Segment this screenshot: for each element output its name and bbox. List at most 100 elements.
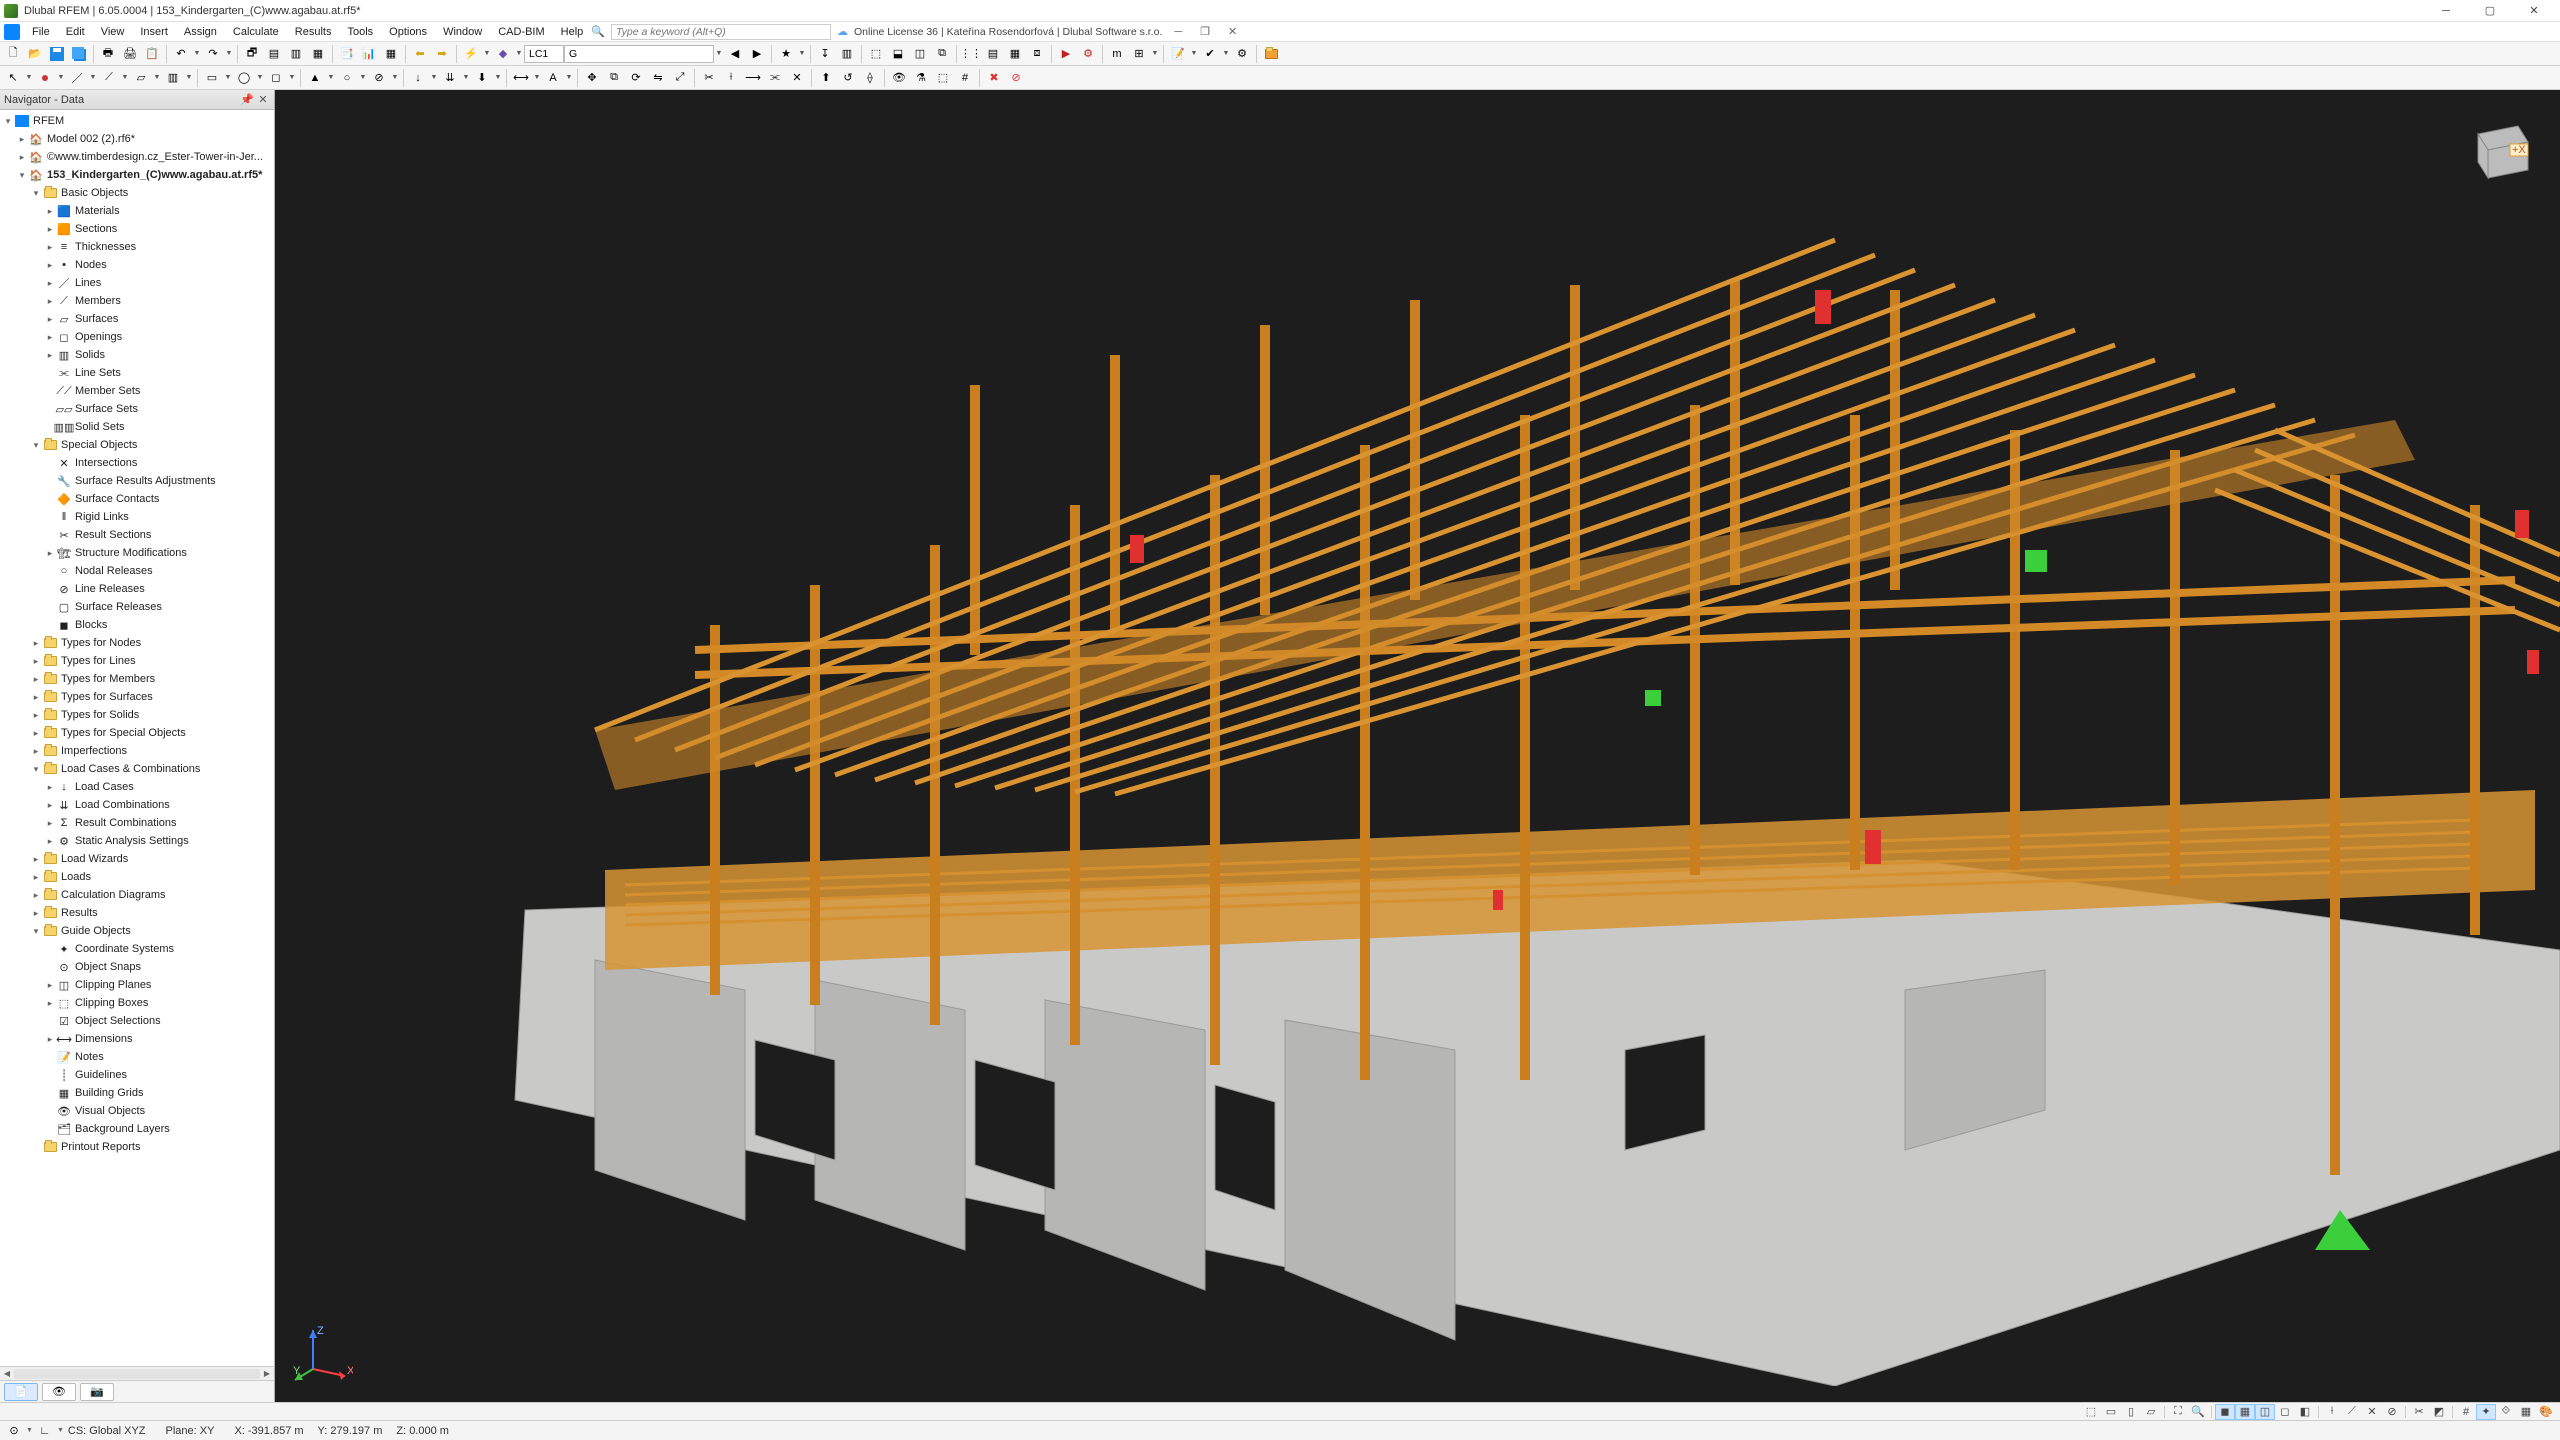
doc-minimize-button[interactable]: ─ (1168, 26, 1188, 38)
calc-settings-button[interactable]: ⚙ (1077, 43, 1099, 65)
snap-button[interactable]: ⊙ (4, 1423, 24, 1439)
tree-item[interactable]: ✕Intersections (2, 454, 274, 472)
tree-item[interactable]: ⟋⟋Member Sets (2, 382, 274, 400)
tool-a-button[interactable]: ⬚ (865, 43, 887, 65)
menu-insert[interactable]: Insert (132, 24, 176, 40)
nav-data-button[interactable]: 📑 (336, 43, 358, 65)
navigator-tree[interactable]: RFEM 🏠Model 002 (2).rf6* 🏠©www.timberdes… (0, 110, 274, 1366)
save-all-button[interactable] (68, 43, 90, 65)
clipboard-button[interactable]: 📋 (141, 43, 163, 65)
notes-dd[interactable]: ▼ (1189, 50, 1199, 57)
tile-h-button[interactable]: ▤ (263, 43, 285, 65)
tree-folder[interactable]: Types for Solids (2, 706, 274, 724)
menu-view[interactable]: View (93, 24, 133, 40)
divide-button[interactable]: ✂ (698, 67, 720, 89)
zoom-fit-button[interactable]: ⛶ (2168, 1404, 2188, 1420)
load-surf-button[interactable]: ⬇ (471, 67, 493, 89)
viewport-3d[interactable]: X Y Z +X (275, 90, 2560, 1402)
numbering-button[interactable]: # (954, 67, 976, 89)
menu-calculate[interactable]: Calculate (225, 24, 287, 40)
show-loads-button[interactable]: ↧ (814, 43, 836, 65)
tree-item[interactable]: ▱▱Surface Sets (2, 400, 274, 418)
extrude-button[interactable]: ⬆ (815, 67, 837, 89)
maximize-button[interactable]: ▢ (2468, 0, 2512, 22)
load-nodal-button[interactable]: ↓ (407, 67, 429, 89)
tree-item[interactable]: ⊘Line Releases (2, 580, 274, 598)
tree-item[interactable]: •Nodes (2, 256, 274, 274)
extend-button[interactable]: ⟶ (742, 67, 764, 89)
load-nodal-dd[interactable]: ▼ (429, 74, 439, 81)
navigator-hscroll[interactable]: ◀ ▶ (0, 1366, 274, 1380)
clip-button[interactable]: ✂ (2409, 1404, 2429, 1420)
scroll-left-icon[interactable]: ◀ (0, 1369, 14, 1378)
scroll-right-icon[interactable]: ▶ (260, 1369, 274, 1378)
design-dd[interactable]: ▼ (514, 50, 524, 57)
select-special-button[interactable]: ⬚ (932, 67, 954, 89)
filter4-button[interactable]: ⊘ (2382, 1404, 2402, 1420)
filter-button[interactable]: ⚗ (910, 67, 932, 89)
circle-button[interactable]: ◯ (233, 67, 255, 89)
new-button[interactable]: 🗋 (2, 43, 24, 65)
doc-restore-button[interactable]: ❐ (1194, 25, 1216, 38)
tool-c-button[interactable]: ◫ (909, 43, 931, 65)
wizard-dd[interactable]: ▼ (482, 50, 492, 57)
tree-item[interactable]: ◫Clipping Planes (2, 976, 274, 994)
nav-display-button[interactable]: 📊 (358, 43, 380, 65)
design-button[interactable]: ◆ (492, 43, 514, 65)
tree-item[interactable]: 🔧Surface Results Adjustments (2, 472, 274, 490)
rect-dd[interactable]: ▼ (223, 74, 233, 81)
move-button[interactable]: ✥ (581, 67, 603, 89)
rect-button[interactable]: ▭ (201, 67, 223, 89)
solid-dd[interactable]: ▼ (184, 74, 194, 81)
tree-folder[interactable]: Types for Lines (2, 652, 274, 670)
hole-button[interactable]: ◻ (265, 67, 287, 89)
check-button[interactable]: ✔ (1199, 43, 1221, 65)
tree-item[interactable]: 👁Visual Objects (2, 1102, 274, 1120)
view-y-button[interactable]: ▯ (2121, 1404, 2141, 1420)
notes-button[interactable]: 📝 (1167, 43, 1189, 65)
redo-dd[interactable]: ▼ (224, 50, 234, 57)
wizard-button[interactable]: ⚡ (460, 43, 482, 65)
menu-window[interactable]: Window (435, 24, 490, 40)
menu-options[interactable]: Options (381, 24, 435, 40)
calculate-button[interactable]: ▶ (1055, 43, 1077, 65)
tables-button[interactable]: ▦ (380, 43, 402, 65)
tree-item[interactable]: 📝Notes (2, 1048, 274, 1066)
tree-printout[interactable]: Printout Reports (2, 1138, 274, 1156)
redo-button[interactable]: ↷ (202, 43, 224, 65)
tree-item[interactable]: 🔶Surface Contacts (2, 490, 274, 508)
tree-item[interactable]: ⫘Line Sets (2, 364, 274, 382)
load-line-dd[interactable]: ▼ (461, 74, 471, 81)
tree-item[interactable]: ΣResult Combinations (2, 814, 274, 832)
tree-root[interactable]: RFEM (2, 112, 274, 130)
rotate-button[interactable]: ⟳ (625, 67, 647, 89)
tool-f-button[interactable]: ▤ (982, 43, 1004, 65)
filter1-button[interactable]: ⟊ (2322, 1404, 2342, 1420)
filter3-button[interactable]: ✕ (2362, 1404, 2382, 1420)
tab-display[interactable]: 👁 (42, 1383, 76, 1401)
text-button[interactable]: A (542, 67, 564, 89)
app-menu-icon[interactable] (4, 24, 20, 40)
circle-dd[interactable]: ▼ (255, 74, 265, 81)
scale-button[interactable]: ⤢ (669, 67, 691, 89)
mesh-button[interactable]: ▦ (2516, 1404, 2536, 1420)
local-button[interactable]: ⟐ (2496, 1404, 2516, 1420)
show-results-button[interactable]: ▥ (836, 43, 858, 65)
tree-item[interactable]: ⟷Dimensions (2, 1030, 274, 1048)
open-button[interactable]: 📂 (24, 43, 46, 65)
intersect-button[interactable]: ✕ (786, 67, 808, 89)
options-button[interactable]: ⚙ (1231, 43, 1253, 65)
select-mode-button[interactable]: ★ (775, 43, 797, 65)
tree-basic[interactable]: Basic Objects (2, 184, 274, 202)
render-hidden-button[interactable]: ◻ (2275, 1404, 2295, 1420)
line-dd[interactable]: ▼ (88, 74, 98, 81)
tree-folder[interactable]: Results (2, 904, 274, 922)
node-dd[interactable]: ▼ (56, 74, 66, 81)
color-button[interactable]: 🎨 (2536, 1404, 2556, 1420)
tab-data[interactable]: 📄 (4, 1383, 38, 1401)
print-graphic-button[interactable]: 🖨 (119, 43, 141, 65)
tab-button[interactable]: ▦ (307, 43, 329, 65)
close-panel-icon[interactable]: ✕ (256, 93, 270, 107)
mirror-button[interactable]: ⇋ (647, 67, 669, 89)
loadcase-code-input[interactable] (524, 45, 564, 63)
